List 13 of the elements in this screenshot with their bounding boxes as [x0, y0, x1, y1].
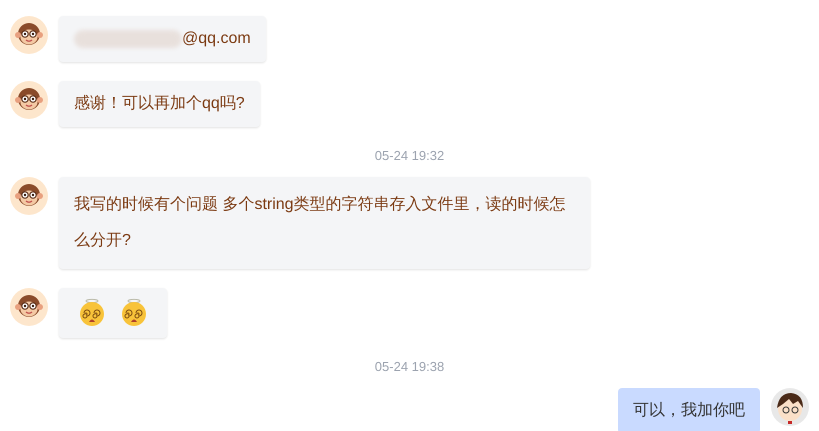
monkey-avatar [10, 177, 48, 215]
timestamp: 05-24 19:38 [374, 358, 444, 376]
monkey-avatar [10, 16, 48, 54]
message-bubble: 可以，我加你吧 [618, 388, 760, 431]
message-text: @qq.com [182, 29, 251, 49]
cartoon-boy-avatar [771, 388, 809, 426]
timestamp: 05-24 19:32 [374, 147, 444, 165]
dizzy-face-icon [77, 298, 107, 328]
message-bubble: 感谢！可以再加个qq吗? [59, 81, 260, 127]
monkey-avatar [10, 288, 48, 326]
message-bubble: 我写的时候有个问题 多个string类型的字符串存入文件里，读的时候怎么分开? [59, 177, 590, 269]
dizzy-face-icon [119, 298, 149, 328]
monkey-avatar [10, 81, 48, 119]
